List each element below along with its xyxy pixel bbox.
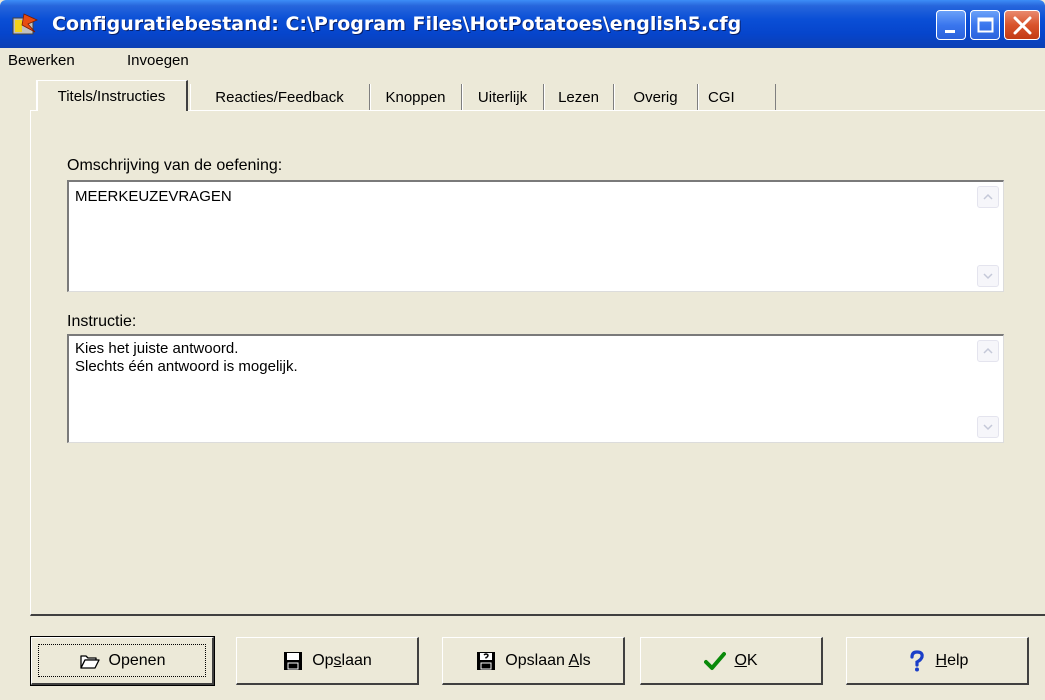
scroll-down-button[interactable]	[977, 416, 999, 438]
tab-reacties-feedback[interactable]: Reacties/Feedback	[190, 84, 370, 110]
close-icon	[1013, 16, 1032, 35]
folder-open-icon	[79, 654, 100, 669]
save-as-button-label: Opslaan Als	[505, 651, 591, 669]
menu-bar: Bewerken Invoegen	[0, 48, 1045, 74]
open-button-label: Openen	[108, 651, 166, 669]
minimize-button[interactable]	[936, 10, 966, 40]
save-as-icon	[477, 651, 496, 670]
tab-strip: Titels/Instructies Reacties/Feedback Kno…	[30, 80, 790, 111]
scroll-down-button[interactable]	[977, 265, 999, 287]
config-dialog: Configuratiebestand: C:\Program Files\Ho…	[0, 0, 1045, 700]
tab-titels-instructies[interactable]: Titels/Instructies	[36, 80, 188, 111]
checkmark-icon	[704, 651, 727, 670]
chevron-up-icon	[983, 193, 993, 200]
tab-lezen[interactable]: Lezen	[544, 84, 614, 110]
instruction-label: Instructie:	[67, 313, 137, 330]
title-bar[interactable]: Configuratiebestand: C:\Program Files\Ho…	[0, 0, 1045, 48]
instruction-scrollbar[interactable]	[975, 338, 1001, 440]
help-button[interactable]: Help	[846, 637, 1029, 685]
save-button[interactable]: Opslaan	[236, 637, 419, 685]
floppy-disk-icon	[284, 651, 303, 670]
instruction-text: Kies het juiste antwoord. Slechts één an…	[75, 340, 298, 375]
maximize-icon	[977, 17, 994, 33]
open-button[interactable]: Openen	[30, 636, 215, 686]
scroll-up-button[interactable]	[977, 340, 999, 362]
chevron-down-icon	[983, 424, 993, 431]
tab-overig[interactable]: Overig	[614, 84, 698, 110]
tab-cgi[interactable]: CGI	[698, 84, 776, 110]
ok-button[interactable]: OK	[640, 637, 823, 685]
chevron-up-icon	[983, 347, 993, 354]
description-text: MEERKEUZEVRAGEN	[75, 188, 232, 205]
help-button-label: Help	[935, 651, 969, 669]
menu-invoegen[interactable]: Invoegen	[127, 52, 189, 69]
menu-bewerken[interactable]: Bewerken	[8, 52, 75, 69]
instruction-textarea[interactable]: Kies het juiste antwoord. Slechts één an…	[67, 334, 1004, 443]
chevron-down-icon	[983, 273, 993, 280]
tab-uiterlijk[interactable]: Uiterlijk	[462, 84, 544, 110]
maximize-button[interactable]	[970, 10, 1000, 40]
ok-button-label: OK	[734, 651, 758, 669]
hot-potatoes-app-icon	[12, 12, 38, 36]
question-mark-icon	[909, 649, 924, 671]
window-title: Configuratiebestand: C:\Program Files\Ho…	[52, 13, 742, 35]
description-textarea[interactable]: MEERKEUZEVRAGEN	[67, 180, 1004, 292]
close-button[interactable]	[1004, 10, 1040, 40]
save-button-label: Opslaan	[312, 651, 372, 669]
description-label: Omschrijving van de oefening:	[67, 157, 283, 174]
scroll-up-button[interactable]	[977, 186, 999, 208]
description-scrollbar[interactable]	[975, 184, 1001, 289]
minimize-icon	[945, 30, 955, 33]
save-as-button[interactable]: Opslaan Als	[442, 637, 625, 685]
tab-knoppen[interactable]: Knoppen	[370, 84, 462, 110]
